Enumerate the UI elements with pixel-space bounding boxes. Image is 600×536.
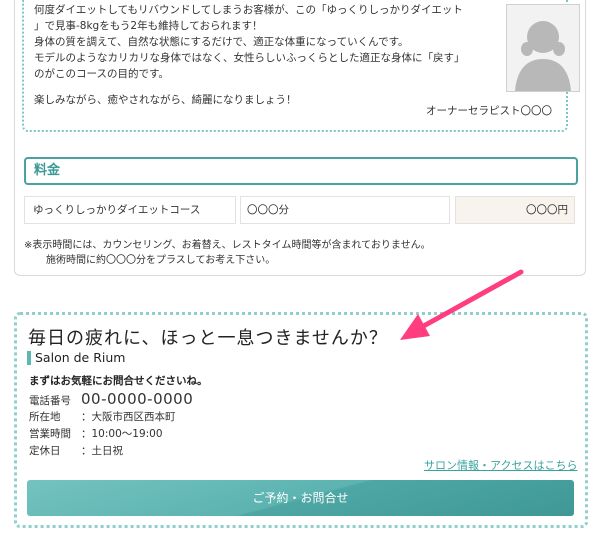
pink-arrow-icon (400, 269, 524, 340)
